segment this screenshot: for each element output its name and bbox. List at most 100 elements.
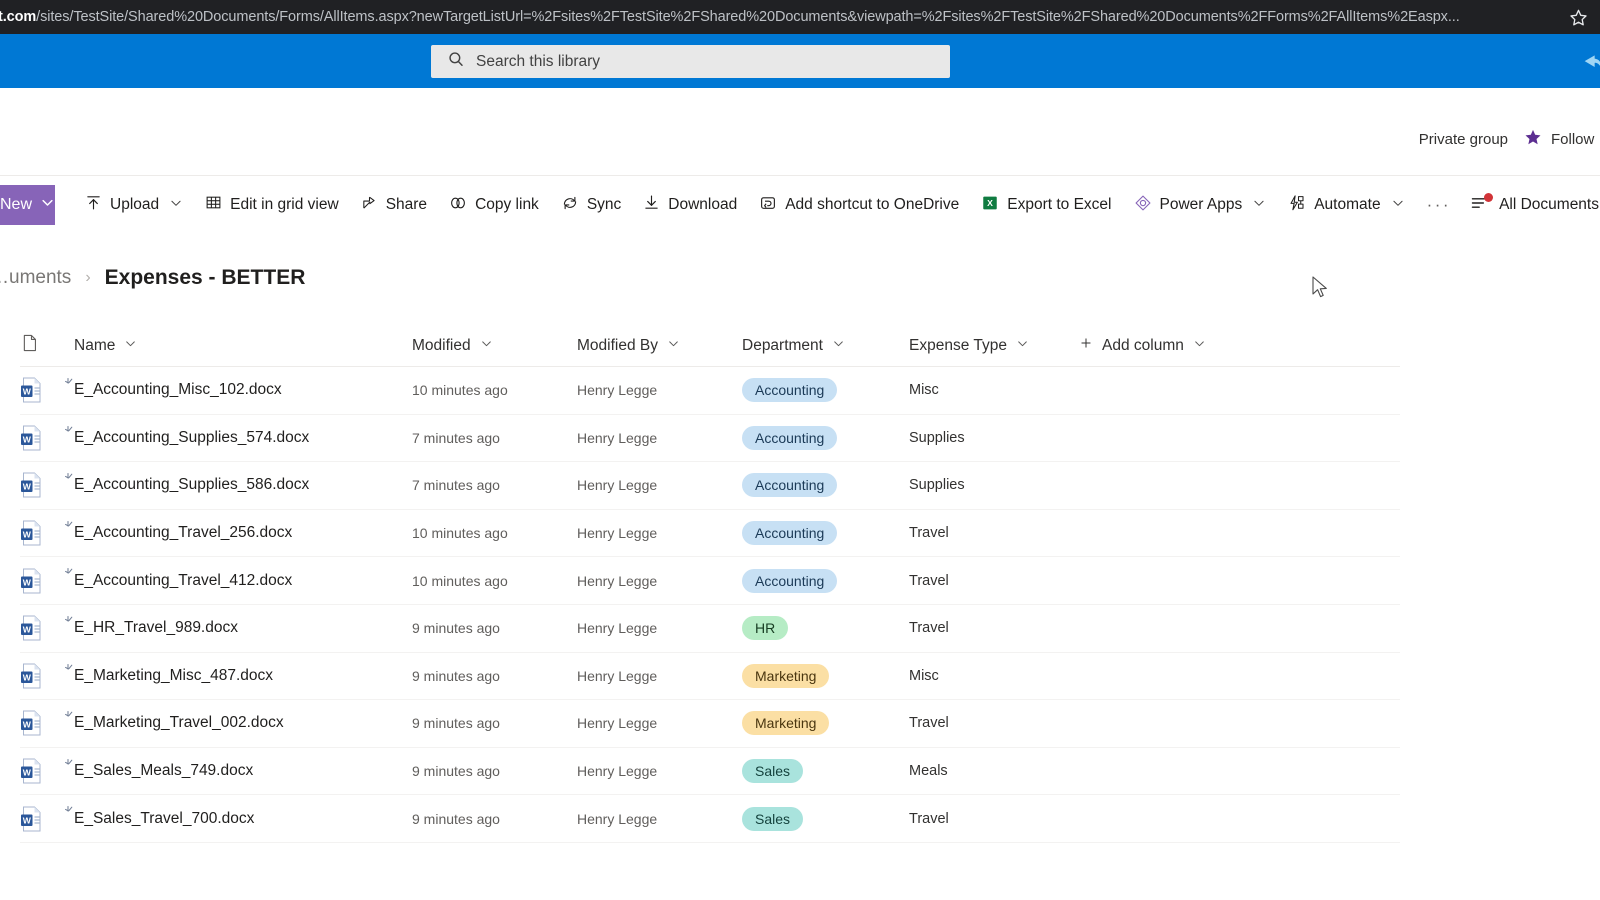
- automate-button[interactable]: Automate: [1277, 185, 1415, 225]
- column-header-modified-by-label: Modified By: [577, 336, 658, 354]
- cell-name[interactable]: E_Accounting_Travel_256.docx: [65, 510, 412, 557]
- export-to-excel-button[interactable]: X Export to Excel: [970, 185, 1122, 225]
- table-row[interactable]: W E_Accounting_Supplies_586.docx 7 minut…: [20, 462, 1400, 510]
- table-row[interactable]: W E_Accounting_Misc_102.docx 10 minutes …: [20, 367, 1400, 415]
- cell-name[interactable]: E_Accounting_Supplies_574.docx: [65, 415, 412, 462]
- file-name-link[interactable]: E_Accounting_Travel_256.docx: [74, 524, 292, 542]
- cell-expense-type: Misc: [909, 667, 939, 684]
- cell-name[interactable]: E_Sales_Travel_700.docx: [65, 795, 412, 842]
- suite-cut-off-icon[interactable]: [1580, 52, 1600, 72]
- chevron-down-icon: [40, 195, 55, 215]
- add-shortcut-to-onedrive-button[interactable]: Add shortcut to OneDrive: [748, 185, 970, 225]
- new-file-sparkle-icon: [65, 376, 77, 388]
- table-row[interactable]: W E_Accounting_Supplies_574.docx 7 minut…: [20, 415, 1400, 463]
- file-name-link[interactable]: E_Marketing_Misc_487.docx: [74, 667, 273, 685]
- share-button[interactable]: Share: [350, 185, 438, 225]
- follow-label: Follow: [1551, 131, 1595, 148]
- column-header-file-type[interactable]: [20, 325, 74, 367]
- word-file-icon: W: [20, 557, 74, 604]
- sync-button[interactable]: Sync: [550, 185, 632, 225]
- cell-name[interactable]: E_Accounting_Supplies_586.docx: [65, 462, 412, 509]
- svg-text:W: W: [23, 577, 32, 587]
- new-file-sparkle-icon: [65, 757, 77, 769]
- star-icon[interactable]: [1569, 8, 1588, 27]
- cell-modified-by[interactable]: Henry Legge: [577, 653, 742, 700]
- department-pill: Accounting: [742, 521, 838, 546]
- cell-modified-by[interactable]: Henry Legge: [577, 415, 742, 462]
- cell-department: Marketing: [742, 700, 909, 747]
- plus-icon: [1079, 336, 1093, 355]
- page-title[interactable]: Expenses - BETTER: [105, 266, 306, 290]
- table-row[interactable]: W E_Accounting_Travel_412.docx 10 minute…: [20, 557, 1400, 605]
- column-header-department[interactable]: Department: [742, 325, 909, 367]
- cell-modified: 7 minutes ago: [412, 477, 500, 494]
- column-header-modified[interactable]: Modified: [412, 325, 577, 367]
- column-header-name[interactable]: Name: [74, 325, 412, 367]
- column-header-expense-type[interactable]: Expense Type: [909, 325, 1079, 367]
- ellipsis-icon: ···: [1426, 195, 1452, 214]
- cell-name[interactable]: E_Sales_Meals_749.docx: [65, 748, 412, 795]
- file-name-link[interactable]: E_HR_Travel_989.docx: [74, 619, 238, 637]
- search-placeholder: Search this library: [476, 52, 601, 70]
- cell-name[interactable]: E_HR_Travel_989.docx: [65, 605, 412, 652]
- file-name-link[interactable]: E_Accounting_Supplies_586.docx: [74, 476, 309, 494]
- follow-button[interactable]: Follow: [1524, 128, 1600, 151]
- link-icon: [449, 194, 467, 217]
- table-row[interactable]: W E_Accounting_Travel_256.docx 10 minute…: [20, 510, 1400, 558]
- power-apps-button[interactable]: Power Apps: [1123, 185, 1278, 225]
- file-name-link[interactable]: E_Accounting_Misc_102.docx: [74, 381, 282, 399]
- cell-modified-by[interactable]: Henry Legge: [577, 510, 742, 557]
- copy-link-button[interactable]: Copy link: [438, 185, 550, 225]
- table-row[interactable]: W E_Marketing_Travel_002.docx 9 minutes …: [20, 700, 1400, 748]
- onedrive-shortcut-icon: [759, 194, 777, 217]
- breadcrumb-parent[interactable]: …uments: [0, 267, 71, 289]
- more-commands-button[interactable]: ···: [1416, 185, 1462, 225]
- cell-modified-by[interactable]: Henry Legge: [577, 557, 742, 604]
- svg-text:W: W: [23, 672, 32, 682]
- svg-text:W: W: [23, 387, 32, 397]
- word-file-icon: W: [20, 653, 74, 700]
- table-row[interactable]: W E_Sales_Travel_700.docx 9 minutes ago …: [20, 795, 1400, 843]
- word-file-icon: W: [20, 700, 74, 747]
- table-row[interactable]: W E_Sales_Meals_749.docx 9 minutes ago H…: [20, 748, 1400, 796]
- column-header-modified-label: Modified: [412, 336, 471, 354]
- svg-text:W: W: [23, 625, 32, 635]
- cell-modified-by[interactable]: Henry Legge: [577, 367, 742, 414]
- add-shortcut-to-onedrive-label: Add shortcut to OneDrive: [785, 196, 960, 213]
- cell-department: Accounting: [742, 510, 909, 557]
- new-file-sparkle-icon: [65, 662, 77, 674]
- search-input[interactable]: Search this library: [431, 45, 950, 78]
- url-text[interactable]: t.com/sites/TestSite/Shared%20Documents/…: [0, 9, 1460, 25]
- cell-modified-by[interactable]: Henry Legge: [577, 462, 742, 509]
- view-switcher-button[interactable]: All Documents: [1462, 185, 1600, 225]
- upload-button[interactable]: Upload: [74, 185, 194, 225]
- cell-department: Accounting: [742, 557, 909, 604]
- file-name-link[interactable]: E_Sales_Meals_749.docx: [74, 762, 253, 780]
- file-name-link[interactable]: E_Sales_Travel_700.docx: [74, 810, 254, 828]
- cell-name[interactable]: E_Marketing_Misc_487.docx: [65, 653, 412, 700]
- cell-modified-by[interactable]: Henry Legge: [577, 605, 742, 652]
- department-pill: Accounting: [742, 473, 838, 498]
- department-pill: Accounting: [742, 568, 838, 593]
- cell-modified-by[interactable]: Henry Legge: [577, 748, 742, 795]
- browser-url-bar[interactable]: t.com/sites/TestSite/Shared%20Documents/…: [0, 0, 1600, 34]
- new-button[interactable]: New: [0, 185, 56, 225]
- column-header-modified-by[interactable]: Modified By: [577, 325, 742, 367]
- cell-name[interactable]: E_Accounting_Misc_102.docx: [65, 367, 412, 414]
- file-name-link[interactable]: E_Accounting_Travel_412.docx: [74, 572, 292, 590]
- download-button[interactable]: Download: [632, 185, 748, 225]
- grid-icon: [205, 194, 222, 216]
- department-pill: Accounting: [742, 378, 838, 403]
- file-name-link[interactable]: E_Marketing_Travel_002.docx: [74, 714, 284, 732]
- cell-name[interactable]: E_Marketing_Travel_002.docx: [65, 700, 412, 747]
- table-row[interactable]: W E_Marketing_Misc_487.docx 9 minutes ag…: [20, 653, 1400, 701]
- cell-modified: 10 minutes ago: [412, 525, 508, 542]
- file-name-link[interactable]: E_Accounting_Supplies_574.docx: [74, 429, 309, 447]
- edit-in-grid-view-button[interactable]: Edit in grid view: [194, 185, 350, 225]
- automate-label: Automate: [1314, 196, 1381, 213]
- add-column-button[interactable]: Add column: [1079, 325, 1259, 367]
- table-row[interactable]: W E_HR_Travel_989.docx 9 minutes ago Hen…: [20, 605, 1400, 653]
- cell-name[interactable]: E_Accounting_Travel_412.docx: [65, 557, 412, 604]
- cell-modified-by[interactable]: Henry Legge: [577, 700, 742, 747]
- cell-modified-by[interactable]: Henry Legge: [577, 795, 742, 842]
